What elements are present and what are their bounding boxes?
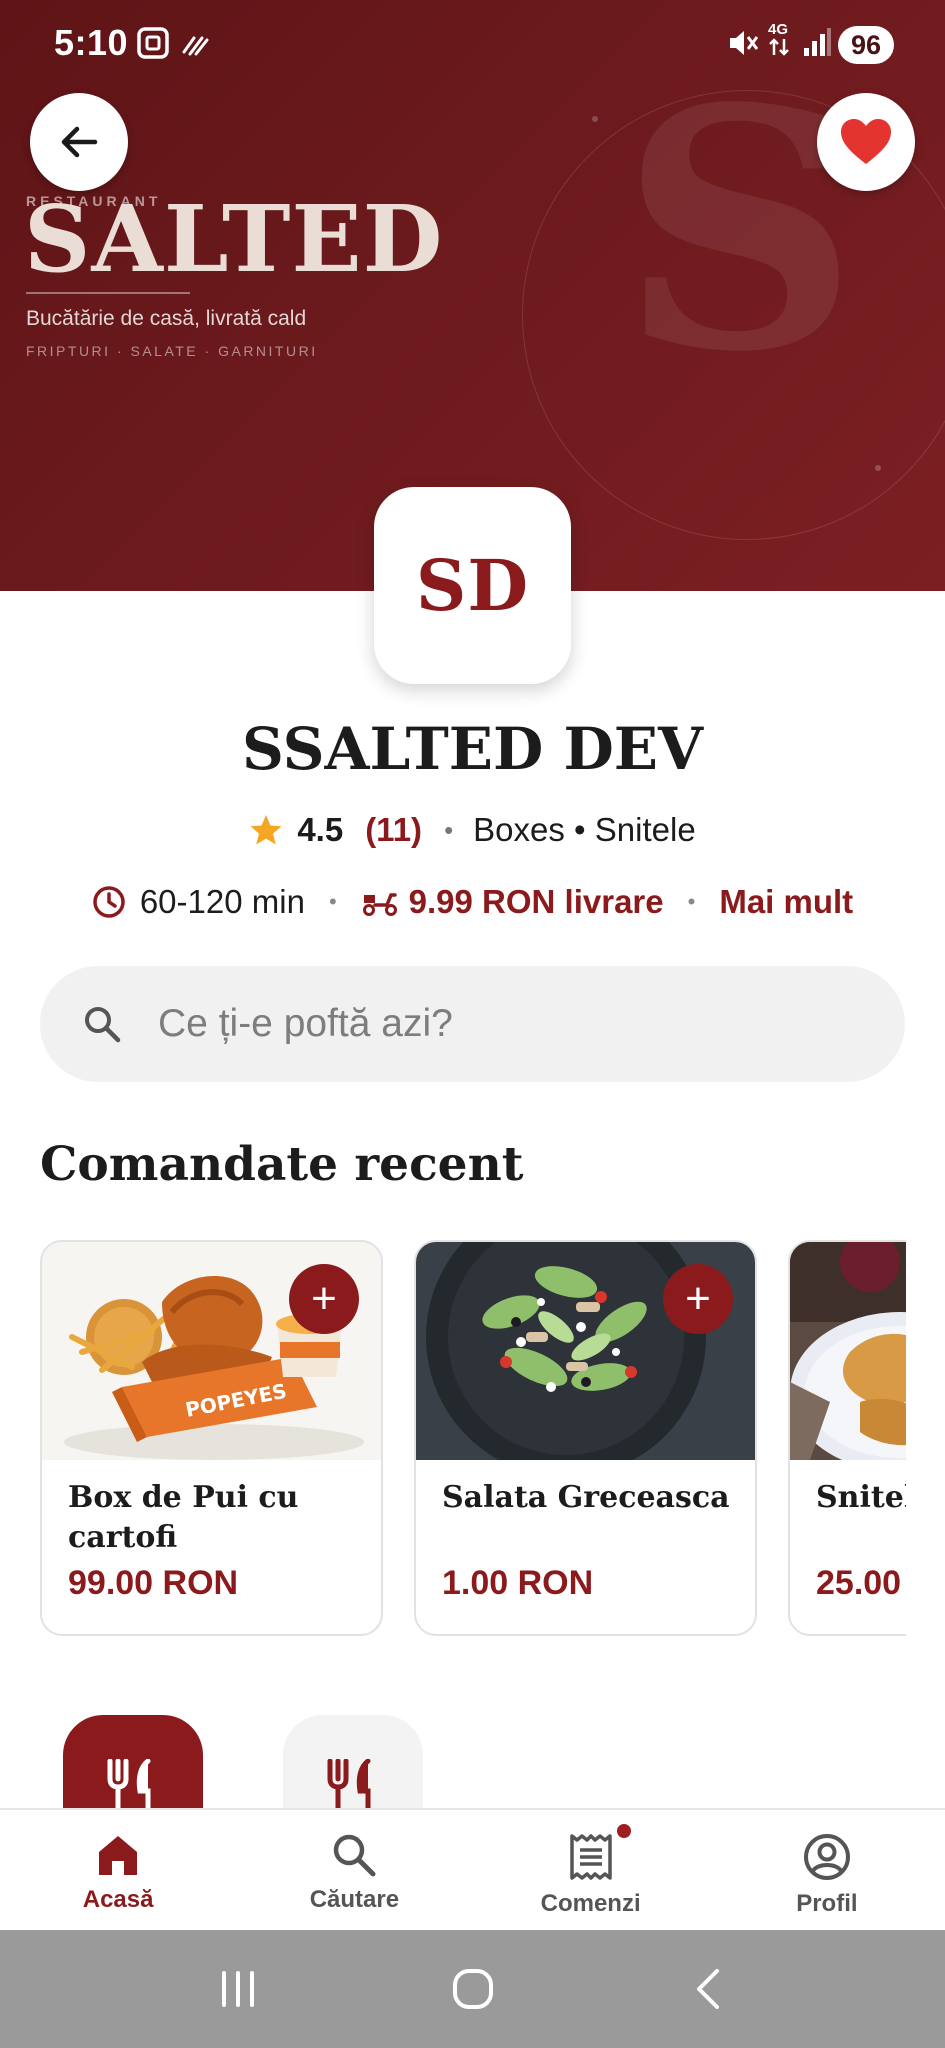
heart-icon bbox=[841, 119, 891, 164]
recents-icon bbox=[221, 1971, 254, 2007]
home-circle-icon bbox=[452, 1969, 493, 2009]
bottom-navigation: Acasă Căutare Comenzi Profil bbox=[0, 1808, 945, 1930]
nav-item-search[interactable]: Căutare bbox=[236, 1810, 472, 1930]
brand-name: SALTED bbox=[24, 185, 444, 293]
separator-dot: • bbox=[444, 814, 454, 845]
product-card[interactable]: + Salata Greceasca 1.00 RON bbox=[414, 1240, 757, 1636]
signal-icon bbox=[802, 26, 832, 63]
product-name: Salata Greceasca bbox=[442, 1480, 730, 1515]
back-system-button[interactable] bbox=[668, 1949, 748, 2029]
product-image-schnitzel bbox=[790, 1242, 906, 1460]
mute-icon bbox=[726, 26, 760, 65]
product-card[interactable]: POPEYES + Box de Pui cu cartofi 99.00 RO… bbox=[40, 1240, 383, 1636]
product-price: 25.00 bbox=[816, 1564, 902, 1602]
product-name: Box de Pui cu cartofi bbox=[68, 1480, 299, 1555]
network-type: 4G bbox=[768, 22, 790, 60]
screenshot-icon bbox=[136, 26, 170, 65]
product-card[interactable]: Snitel 25.00 bbox=[788, 1240, 906, 1636]
cutlery-icon bbox=[107, 1759, 151, 1815]
brand-divider bbox=[26, 292, 190, 294]
recents-button[interactable] bbox=[198, 1949, 278, 2029]
more-info-link[interactable]: Mai mult bbox=[719, 883, 853, 921]
battery-indicator: 96 bbox=[838, 26, 894, 64]
rating-row: 4.5 (11) • Boxes • Snitele bbox=[0, 805, 945, 855]
star-icon bbox=[250, 815, 282, 845]
separator-dot: • bbox=[687, 889, 696, 914]
search-input[interactable] bbox=[158, 1002, 808, 1046]
nav-label: Căutare bbox=[309, 1886, 400, 1913]
product-name: Snitel bbox=[816, 1480, 906, 1515]
separator-dot: • bbox=[328, 889, 337, 914]
delivery-info-row: 60-120 min • 9.99 RON livrare • Mai mult bbox=[0, 877, 945, 927]
search-icon bbox=[85, 1007, 121, 1043]
brand-subline: FRIPTURI · SALATE · GARNITURI bbox=[26, 343, 318, 359]
recent-items-carousel[interactable]: POPEYES + Box de Pui cu cartofi 99.00 RO… bbox=[40, 1240, 906, 1636]
arrow-left-icon bbox=[61, 126, 98, 158]
nav-label: Comenzi bbox=[540, 1890, 641, 1917]
status-bar: 5:10 4G 96 bbox=[0, 0, 945, 90]
profile-icon bbox=[803, 1834, 850, 1880]
search-icon bbox=[334, 1834, 376, 1877]
cutlery-icon bbox=[327, 1759, 371, 1815]
add-to-cart-button[interactable]: + bbox=[289, 1264, 359, 1334]
delivery-fee: 9.99 RON livrare bbox=[408, 883, 664, 920]
decorative-dot bbox=[875, 465, 881, 471]
network-label: 4G bbox=[768, 21, 789, 38]
system-navigation-bar bbox=[0, 1930, 945, 2048]
restaurant-categories: Boxes • Snitele bbox=[473, 811, 696, 848]
nav-label: Profil bbox=[796, 1890, 858, 1917]
chevron-left-icon bbox=[696, 1969, 719, 2009]
nav-label: Acasă bbox=[82, 1886, 154, 1913]
brand-tagline: Bucătărie de casă, livrată cald bbox=[26, 307, 307, 330]
back-button[interactable] bbox=[30, 93, 128, 191]
product-price: 99.00 RON bbox=[68, 1564, 239, 1602]
decorative-dot bbox=[592, 116, 598, 122]
favorite-button[interactable] bbox=[817, 93, 915, 191]
nav-item-profile[interactable]: Profil bbox=[709, 1810, 945, 1930]
add-to-cart-button[interactable]: + bbox=[663, 1264, 733, 1334]
restaurant-logo: SD bbox=[374, 487, 571, 684]
receipt-icon bbox=[569, 1834, 612, 1880]
logo-initials: SD bbox=[415, 544, 530, 627]
nfc-icon bbox=[180, 30, 210, 63]
home-system-button[interactable] bbox=[433, 1949, 513, 2029]
product-image-greek-salad: + bbox=[416, 1242, 755, 1460]
rating-value: 4.5 bbox=[297, 811, 344, 848]
product-image-chicken-box: POPEYES + bbox=[42, 1242, 381, 1460]
delivery-time: 60-120 min bbox=[139, 883, 305, 920]
status-time: 5:10 bbox=[54, 22, 129, 63]
nav-item-home[interactable]: Acasă bbox=[0, 1810, 236, 1930]
clock-icon bbox=[93, 886, 125, 918]
restaurant-name: SSALTED DEV bbox=[242, 715, 703, 783]
nav-item-orders[interactable]: Comenzi bbox=[473, 1810, 709, 1930]
rating-count[interactable]: (11) bbox=[365, 811, 422, 849]
home-icon bbox=[99, 1836, 138, 1875]
notification-badge bbox=[616, 1824, 631, 1838]
section-title-recent: Comandate recent bbox=[40, 1137, 524, 1192]
menu-search-bar[interactable] bbox=[40, 966, 905, 1082]
product-price: 1.00 RON bbox=[442, 1564, 594, 1602]
scooter-icon bbox=[362, 893, 397, 916]
